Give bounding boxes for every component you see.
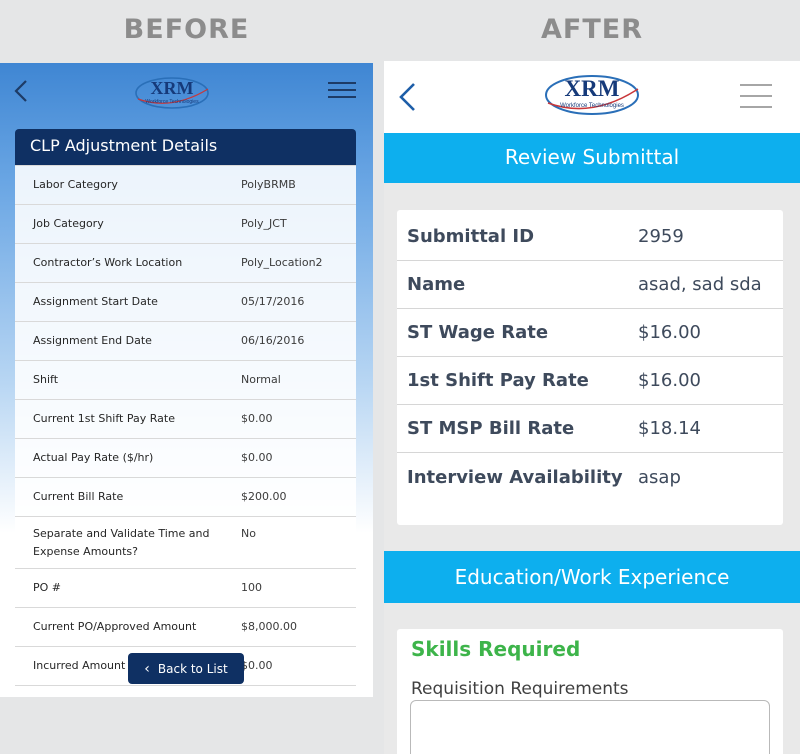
- submittal-value: $16.00: [638, 322, 701, 343]
- submittal-row: ST Wage Rate $16.00: [397, 309, 783, 357]
- xrm-logo: XRM Workforce Technologies: [545, 75, 639, 115]
- back-to-list-button[interactable]: ‹ Back to List: [128, 653, 244, 684]
- submittal-label: Interview Availability: [407, 466, 623, 488]
- detail-label: PO #: [33, 581, 62, 594]
- submittal-label: ST Wage Rate: [407, 322, 549, 343]
- before-caption: BEFORE: [123, 14, 250, 45]
- detail-value: Poly_Location2: [241, 256, 323, 269]
- detail-row: Job Category Poly_JCT: [15, 204, 356, 243]
- back-chevron-icon[interactable]: [396, 81, 418, 113]
- detail-value: $0.00: [223, 686, 356, 697]
- submittal-value: $18.14: [638, 418, 701, 439]
- submittal-label: ST MSP Bill Rate: [407, 418, 575, 439]
- logo-text: XRM: [151, 78, 194, 98]
- details-list: Labor Category PolyBRMB Job Category Poly_J…: [15, 165, 356, 697]
- submittal-label: Name: [407, 274, 466, 295]
- submittal-value: 2959: [638, 226, 684, 247]
- submittal-row: ST MSP Bill Rate $18.14: [397, 405, 783, 453]
- detail-label: Current PO/Approved Amount: [33, 620, 197, 633]
- detail-label: Additional Amount Being Requested: [15, 686, 223, 697]
- detail-label: Actual Pay Rate ($/hr): [33, 451, 154, 464]
- detail-row: Actual Pay Rate ($/hr) $0.00: [15, 438, 356, 477]
- card-title: CLP Adjustment Details: [15, 129, 356, 165]
- detail-label: Current Bill Rate: [33, 490, 124, 503]
- review-submittal-card: Submittal ID 2959 Name asad, sad sda ST Wage…: [397, 210, 783, 525]
- detail-value: $0.00: [241, 412, 273, 425]
- logo-text: XRM: [565, 76, 620, 101]
- detail-value: No: [241, 527, 256, 540]
- after-screen: XRM Workforce Technologies Review Submit…: [384, 61, 800, 754]
- detail-label: Separate and Validate Time and Expense A…: [33, 527, 210, 558]
- submittal-row: 1st Shift Pay Rate $16.00: [397, 357, 783, 405]
- detail-value: Poly_JCT: [241, 217, 287, 230]
- submittal-value: asad, sad sda: [638, 274, 762, 295]
- menu-icon[interactable]: [328, 82, 356, 100]
- detail-value: $200.00: [241, 490, 287, 503]
- detail-value: 06/16/2016: [241, 334, 305, 347]
- clp-details-card: CLP Adjustment Details Labor Category Pol…: [15, 129, 356, 697]
- before-screen: XRM Workforce Technologies CLP Adjustmen…: [0, 63, 373, 697]
- detail-row: Current 1st Shift Pay Rate $0.00: [15, 399, 356, 438]
- detail-label: Assignment Start Date: [33, 295, 158, 308]
- detail-row: Labor Category PolyBRMB: [15, 165, 356, 204]
- chevron-left-icon: ‹: [144, 660, 150, 677]
- xrm-logo: XRM Workforce Technologies: [135, 77, 209, 109]
- after-caption: AFTER: [541, 14, 643, 45]
- detail-label: Shift: [33, 373, 59, 386]
- detail-row: Shift Normal: [15, 360, 356, 399]
- detail-value: 05/17/2016: [241, 295, 305, 308]
- submittal-label: 1st Shift Pay Rate: [407, 370, 589, 391]
- logo-tagline: Workforce Technologies: [145, 99, 199, 105]
- submittal-row: Submittal ID 2959: [397, 213, 783, 261]
- requisition-requirements-label: Requisition Requirements: [411, 679, 629, 699]
- detail-value: 100: [241, 581, 262, 594]
- logo-tagline: Workforce Technologies: [560, 103, 624, 109]
- back-to-list-label: Back to List: [157, 661, 228, 676]
- review-submittal-header: Review Submittal: [384, 133, 800, 183]
- menu-icon[interactable]: [740, 84, 772, 108]
- submittal-row: Name asad, sad sda: [397, 261, 783, 309]
- skills-required-heading: Skills Required: [411, 637, 581, 661]
- education-work-header[interactable]: Education/Work Experience: [384, 551, 800, 603]
- submittal-value: asap: [638, 466, 681, 488]
- detail-label: Labor Category: [33, 178, 118, 191]
- detail-label: Current 1st Shift Pay Rate: [33, 412, 175, 425]
- requisition-requirements-field[interactable]: [410, 700, 770, 754]
- detail-value: $8,000.00: [241, 620, 297, 633]
- detail-row: Assignment End Date 06/16/2016: [15, 321, 356, 360]
- submittal-label: Submittal ID: [407, 226, 535, 247]
- detail-value: Normal: [241, 373, 281, 386]
- detail-value: $0.00: [241, 451, 273, 464]
- back-chevron-icon[interactable]: [12, 79, 30, 103]
- after-header: XRM Workforce Technologies: [384, 61, 800, 133]
- detail-label: Contractor’s Work Location: [33, 256, 183, 269]
- detail-row: Separate and Validate Time and Expense A…: [15, 516, 356, 568]
- detail-value: PolyBRMB: [241, 178, 296, 191]
- submittal-value: $16.00: [638, 370, 701, 391]
- detail-row: Assignment Start Date 05/17/2016: [15, 282, 356, 321]
- detail-row: Current PO/Approved Amount $8,000.00: [15, 607, 356, 646]
- detail-row: Current Bill Rate $200.00: [15, 477, 356, 516]
- detail-row: PO # 100: [15, 568, 356, 607]
- detail-label: Assignment End Date: [33, 334, 152, 347]
- detail-label: Job Category: [33, 217, 104, 230]
- education-card: Skills Required Requisition Requirements: [397, 629, 783, 754]
- submittal-row: Interview Availability asap: [397, 453, 783, 501]
- before-header: XRM Workforce Technologies: [0, 63, 373, 120]
- detail-row: Additional Amount Being Requested$0.00: [15, 685, 356, 697]
- detail-row: Contractor’s Work Location Poly_Location2: [15, 243, 356, 282]
